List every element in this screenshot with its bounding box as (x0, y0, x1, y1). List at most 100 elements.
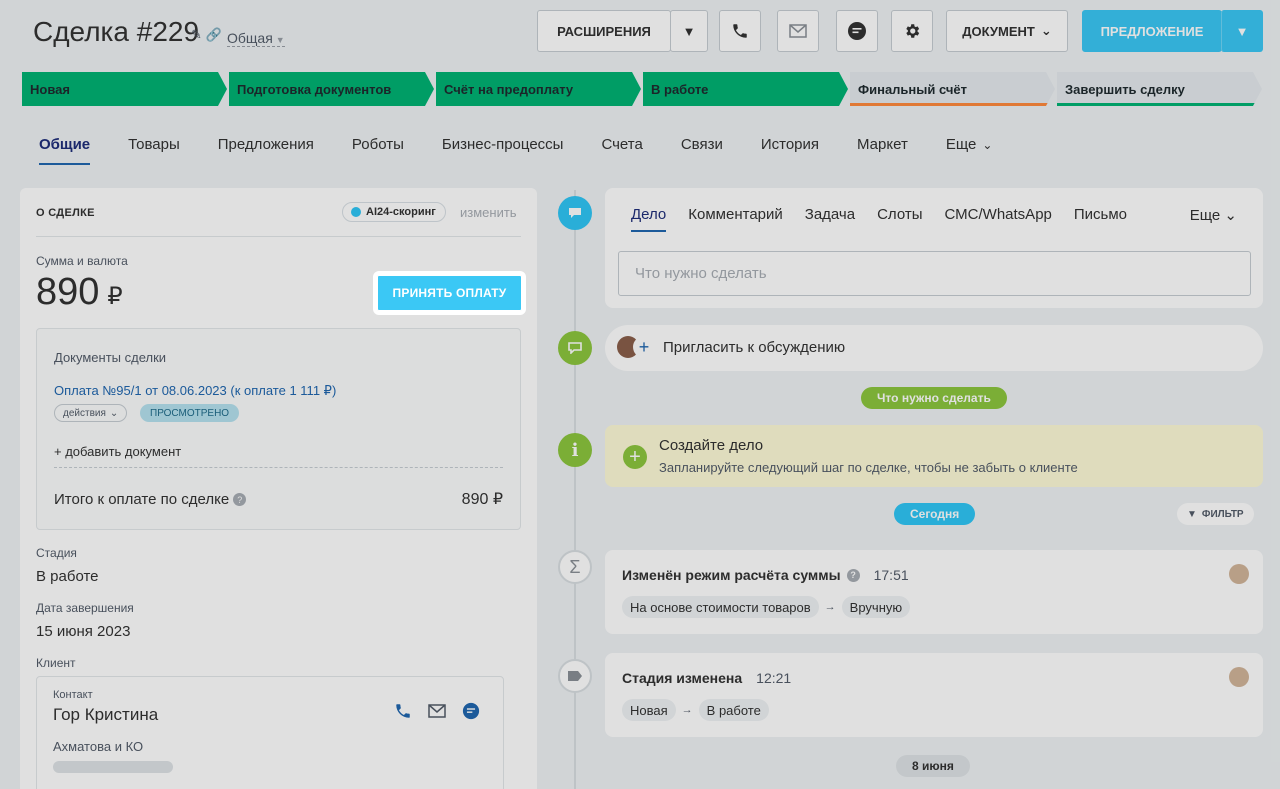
contact-type: Контакт (53, 689, 93, 701)
activity-composer: Дело Комментарий Задача Слоты СМС/WhatsA… (605, 188, 1263, 308)
event-change: Новая → В работе (622, 699, 769, 721)
composer-more[interactable]: Еще ⌄ (1190, 206, 1237, 224)
offer-dropdown-button[interactable]: ▼ (1221, 10, 1263, 52)
change-link[interactable]: изменить (460, 205, 517, 220)
tab-market[interactable]: Маркет (857, 136, 908, 153)
total-label: Итого к оплате по сделке (54, 491, 230, 508)
info-icon: i (558, 433, 592, 467)
ai-scoring-button[interactable]: AI24-скоринг (342, 202, 446, 222)
stage-prep-docs[interactable]: Подготовка документов (229, 72, 434, 106)
filter-button[interactable]: ▼ ФИЛЬТР (1177, 503, 1254, 525)
tab-general[interactable]: Общие (39, 136, 91, 165)
filter-label: ФИЛЬТР (1201, 508, 1244, 520)
arrow-right-icon: → (824, 601, 836, 613)
stage-label: Стадия (36, 546, 77, 560)
tab-comment[interactable]: Комментарий (688, 206, 782, 232)
tab-offers[interactable]: Предложения (218, 136, 314, 153)
event-title-text: Стадия изменена (622, 670, 743, 686)
email-button[interactable] (777, 10, 819, 52)
chat-button[interactable] (836, 10, 878, 52)
from-value: На основе стоимости товаров (622, 596, 819, 618)
documents-title: Документы сделки (54, 350, 167, 365)
invite-label: Пригласить к обсуждению (663, 339, 846, 356)
tab-task[interactable]: Задача (805, 206, 855, 232)
stage-prepay-invoice[interactable]: Счёт на предоплату (436, 72, 641, 106)
tab-business-processes[interactable]: Бизнес-процессы (442, 136, 564, 153)
event-title-text: Изменён режим расчёта суммы (622, 567, 841, 583)
sum-value: 890 ₽ (36, 271, 123, 314)
stage-tag-icon (558, 659, 592, 693)
deal-tabs: Общие Товары Предложения Роботы Бизнес-п… (39, 136, 993, 165)
edit-title-icon[interactable]: ✎ 🔗 (191, 27, 222, 43)
sum-label: Сумма и валюта (36, 254, 128, 268)
phone-icon[interactable] (394, 702, 412, 720)
avatar[interactable] (1229, 564, 1249, 584)
event-time: 12:21 (756, 670, 792, 686)
activity-icon (558, 196, 592, 230)
document-button[interactable]: ДОКУМЕНТ ⌄ (946, 10, 1068, 52)
arrow-right-icon: → (681, 704, 693, 716)
tab-products[interactable]: Товары (128, 136, 180, 153)
event-title: Стадия изменена 12:21 (622, 670, 791, 686)
to-value: В работе (698, 699, 769, 721)
todo-input[interactable]: Что нужно сделать (618, 251, 1251, 296)
tab-more-label: Еще (945, 136, 977, 153)
total-row: Итого к оплате по сделке? (54, 491, 247, 508)
sigma-icon: Σ (558, 550, 592, 584)
payment-link[interactable]: Оплата №95/1 от 08.06.2023 (к оплате 1 1… (54, 383, 336, 399)
mail-icon[interactable] (427, 704, 447, 718)
tab-letter[interactable]: Письмо (1074, 206, 1127, 232)
ai-scoring-icon (351, 207, 361, 217)
invite-to-discussion[interactable]: + Пригласить к обсуждению (605, 325, 1263, 371)
caret-down-icon: ▼ (682, 23, 696, 39)
total-value: 890 ₽ (461, 491, 503, 508)
today-badge: Сегодня (894, 503, 976, 525)
add-document-link[interactable]: + добавить документ (54, 444, 181, 459)
link-icon[interactable]: 🔗 (206, 27, 222, 42)
stage-in-progress[interactable]: В работе (643, 72, 848, 106)
extensions-dropdown-button[interactable]: ▼ (670, 10, 708, 52)
stage-finish-deal[interactable]: Завершить сделку (1057, 72, 1262, 106)
todo-badge: Что нужно сделать (861, 387, 1007, 409)
page-title: Сделка #229 (33, 16, 200, 47)
tab-robots[interactable]: Роботы (352, 136, 404, 153)
chat-icon[interactable] (462, 702, 480, 720)
tab-history[interactable]: История (761, 136, 819, 153)
extensions-button[interactable]: РАСШИРЕНИЯ (537, 10, 671, 52)
tab-more[interactable]: Еще ⌄ (946, 136, 993, 153)
client-label: Клиент (36, 656, 76, 670)
call-button[interactable] (719, 10, 761, 52)
tab-slots[interactable]: Слоты (877, 206, 922, 232)
accept-payment-button[interactable]: ПРИНЯТЬ ОПЛАТУ (373, 271, 526, 315)
plus-icon: + (623, 445, 647, 469)
settings-button[interactable] (891, 10, 933, 52)
create-activity-card[interactable]: + Создайте дело Запланируйте следующий ш… (605, 425, 1263, 487)
offer-button[interactable]: ПРЕДЛОЖЕНИЕ (1082, 10, 1222, 52)
company-name[interactable]: Ахматова и КО (53, 739, 143, 754)
composer-tabs: Дело Комментарий Задача Слоты СМС/WhatsA… (631, 206, 1127, 232)
contact-actions (394, 702, 480, 720)
avatar[interactable] (1229, 667, 1249, 687)
viewed-label: просмотрено (150, 407, 230, 419)
mail-icon (789, 24, 807, 38)
caret-down-icon: ▼ (1235, 23, 1249, 39)
tab-sms-whatsapp[interactable]: СМС/WhatsApp (945, 206, 1052, 232)
client-card: Контакт Гор Кристина Ахматова и КО (36, 676, 504, 789)
event-title: Изменён режим расчёта суммы? 17:51 (622, 567, 909, 583)
timeline-event-sum-mode: Изменён режим расчёта суммы? 17:51 На осн… (605, 550, 1263, 634)
tab-invoices[interactable]: Счета (601, 136, 642, 153)
tab-links[interactable]: Связи (681, 136, 723, 153)
comment-icon (558, 331, 592, 365)
help-icon[interactable]: ? (233, 493, 247, 506)
chevron-down-icon: ⌄ (1040, 23, 1052, 38)
contact-name[interactable]: Гор Кристина (53, 705, 158, 725)
category-selector[interactable]: Общая ▼ (227, 30, 285, 47)
help-icon[interactable]: ? (846, 568, 860, 582)
tab-activity[interactable]: Дело (631, 206, 666, 232)
viewed-badge: просмотрено (140, 404, 240, 422)
stage-new[interactable]: Новая (22, 72, 227, 106)
filter-icon: ▼ (1187, 508, 1197, 520)
actions-dropdown[interactable]: действия ⌄ (54, 404, 128, 422)
stage-final-invoice[interactable]: Финальный счёт (850, 72, 1055, 106)
date-badge: 8 июня (896, 755, 970, 777)
